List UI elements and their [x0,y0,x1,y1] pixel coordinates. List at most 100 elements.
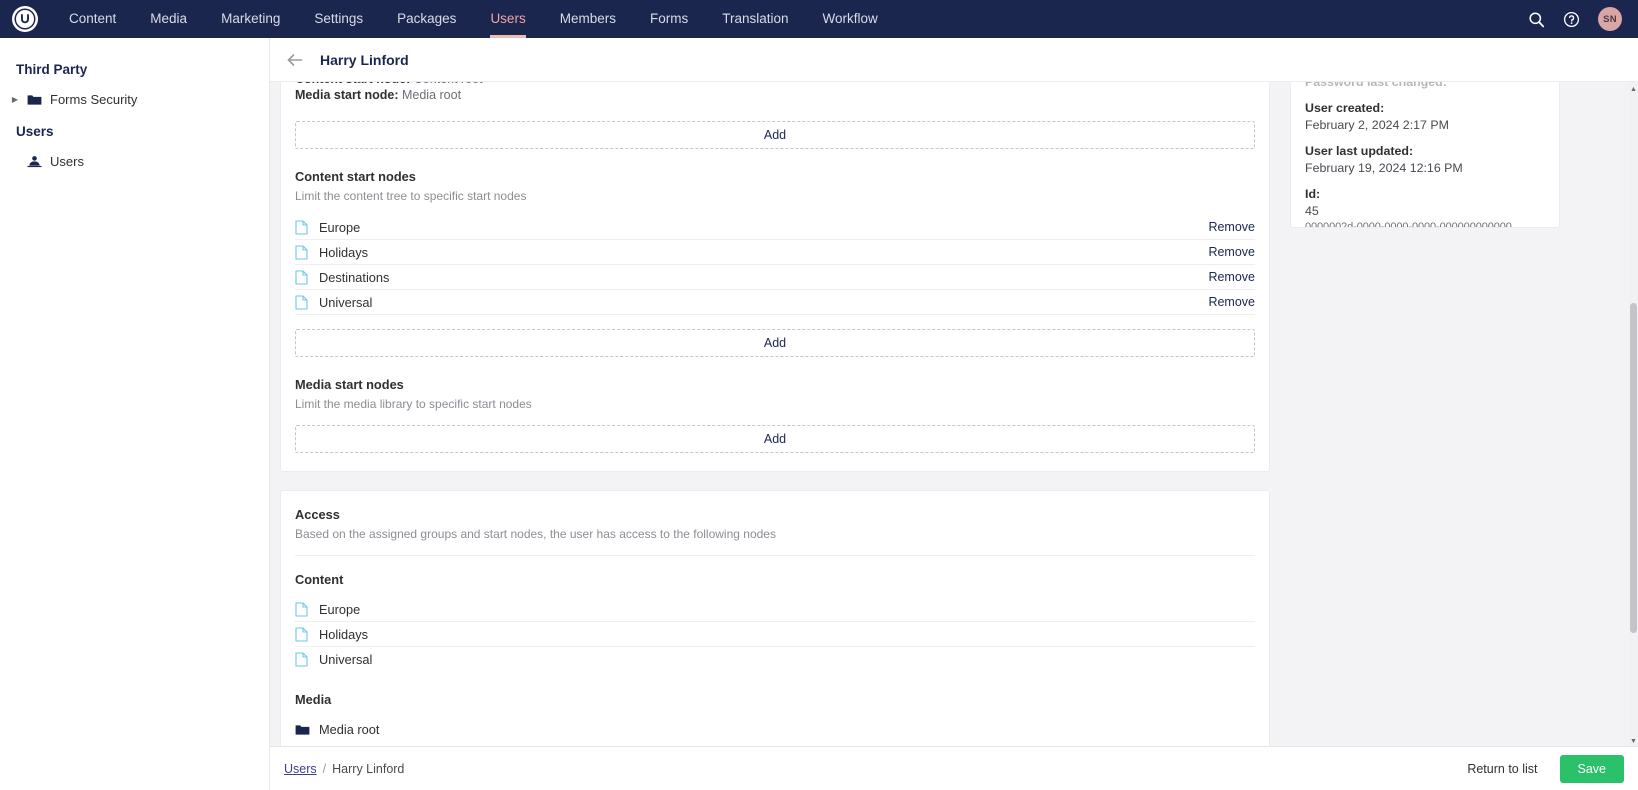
top-nav-item-content[interactable]: Content [52,0,133,38]
top-nav-items: Content Media Marketing Settings Packages Use… [52,0,895,38]
chevron-right-icon[interactable]: ▶ [8,95,22,104]
breadcrumb-current: Harry Linford [332,761,405,776]
top-nav-item-media[interactable]: Media [133,0,204,38]
scroll-down-arrow-icon[interactable]: ▼ [1629,736,1638,746]
media-start-node-value: Media root [401,88,462,102]
content-start-node-name: Destinations [319,269,390,285]
access-content-list: Europe Holidays Universal [295,597,1255,672]
users-icon [22,155,46,168]
document-icon [295,294,317,310]
access-content-title: Content [295,572,344,587]
user-id-value: 45 [1305,204,1319,218]
access-media-list: Media root [295,717,1255,742]
access-title: Access [295,507,340,522]
remove-content-start-node-link[interactable]: Remove [1208,245,1255,259]
content-start-node-name: Europe [319,219,361,235]
media-start-nodes-title: Media start nodes [295,377,404,392]
access-media-row-name: Media root [319,722,380,737]
folder-icon [22,93,46,106]
add-media-start-node-button[interactable]: Add [295,425,1255,453]
content-start-node-name: Holidays [319,244,369,260]
breadcrumb-users-link[interactable]: Users [284,762,317,776]
user-id-label: Id: [1305,187,1321,201]
return-to-list-link[interactable]: Return to list [1467,762,1537,776]
remove-content-start-node-link[interactable]: Remove [1208,220,1255,234]
footer-actions: Return to list Save [1467,754,1624,783]
add-user-group-button[interactable]: Add [295,121,1255,149]
document-icon [295,652,317,667]
main-area: Harry Linford Content start node: Conten… [270,38,1638,790]
document-icon [295,269,317,285]
sidebar-item-label: Users [50,154,84,169]
access-header: Access Based on the assigned groups and … [295,491,1255,556]
content-start-node-name: Universal [319,294,373,310]
breadcrumb-separator: / [322,761,327,776]
start-nodes-card: Content start node: Content root Media s… [280,82,1270,472]
access-content-row: Universal [295,647,1255,672]
user-created-label: User created: [1305,101,1385,115]
remove-content-start-node-link[interactable]: Remove [1208,270,1255,284]
user-created-value: February 2, 2024 2:17 PM [1305,118,1449,132]
user-info-card: Password last changed: User created: Feb… [1290,82,1560,228]
user-id-block: Id: 45 0000002d-0000-0000-0000-000000000… [1305,187,1545,227]
access-media-title: Media [295,692,332,707]
document-icon [295,244,317,260]
access-content-row-name: Universal [319,652,373,667]
content-start-node-label: Content start node: [295,82,410,86]
save-button[interactable]: Save [1559,754,1624,783]
user-created-block: User created: February 2, 2024 2:17 PM [1305,101,1545,132]
access-description: Based on the assigned groups and start n… [295,527,776,541]
top-nav-item-translation[interactable]: Translation [705,0,805,38]
avatar[interactable]: SN [1598,7,1622,31]
user-last-updated-label: User last updated: [1305,144,1414,158]
assigned-group-meta: Content start node: Content root Media s… [295,82,483,103]
access-card: Access Based on the assigned groups and … [280,490,1270,748]
help-circle-icon[interactable] [1563,11,1580,28]
media-start-nodes-description: Limit the media library to specific star… [295,397,532,411]
access-content-row: Europe [295,597,1255,622]
top-nav-item-marketing[interactable]: Marketing [204,0,297,38]
top-nav-item-forms[interactable]: Forms [633,0,705,38]
access-media-row: Media root [295,717,1255,742]
document-icon [295,601,317,617]
add-content-start-node-button[interactable]: Add [295,329,1255,357]
content-start-node-row: Universal Remove [295,290,1255,315]
password-last-changed-label: Password last changed: [1305,82,1447,89]
page-title: Harry Linford [320,51,409,68]
sidebar-group-title-third-party: Third Party [16,62,88,77]
access-body: Content Europe Holidays Universal Media Me… [295,556,1255,748]
top-nav-item-settings[interactable]: Settings [297,0,380,38]
top-nav-item-workflow[interactable]: Workflow [806,0,895,38]
sidebar-item-users[interactable]: ▶Users [0,147,269,176]
document-icon [295,626,317,642]
scroll-up-arrow-icon[interactable]: ▲ [1629,84,1638,94]
top-nav-item-members[interactable]: Members [543,0,633,38]
sidebar-group-title-users: Users [16,124,54,139]
search-icon[interactable] [1528,11,1545,28]
primary-column: Content start node: Content root Media s… [280,82,1270,748]
access-content-row-name: Europe [319,601,361,617]
sidebar-item-label: Forms Security [50,92,138,107]
sidebar-item-forms-security[interactable]: ▶ Forms Security [0,85,269,114]
top-navigation-bar: Content Media Marketing Settings Packages Use… [0,0,1638,38]
back-arrow-icon[interactable] [284,49,306,71]
content-start-nodes-title: Content start nodes [295,169,416,184]
breadcrumb: Users / Harry Linford [284,762,404,776]
umbraco-logo-icon[interactable] [12,6,38,32]
remove-content-start-node-link[interactable]: Remove [1208,295,1255,309]
content-start-node-row: Destinations Remove [295,265,1255,290]
media-start-node-label: Media start node: [295,88,399,102]
content-start-node-value: Content root [414,82,483,86]
access-content-row: Holidays [295,622,1255,647]
footer-bar: Users / Harry Linford Return to list Sav… [270,746,1638,790]
user-last-updated-block: User last updated: February 19, 2024 12:… [1305,144,1545,175]
content-start-node-row: Holidays Remove [295,240,1255,265]
top-nav-item-packages[interactable]: Packages [380,0,473,38]
scrollable-content: Content start node: Content root Media s… [270,82,1638,748]
folder-icon [295,723,317,736]
assigned-group-row: Content start node: Content root Media s… [295,82,1255,107]
left-sidebar: Third Party▶Forms SecurityUsers▶Users [0,38,270,790]
content-scrollbar-thumb[interactable] [1630,303,1637,633]
top-nav-item-users[interactable]: Users [473,0,542,38]
content-start-nodes-list: Europe Remove Holidays Remove Destinations Re… [295,215,1255,315]
